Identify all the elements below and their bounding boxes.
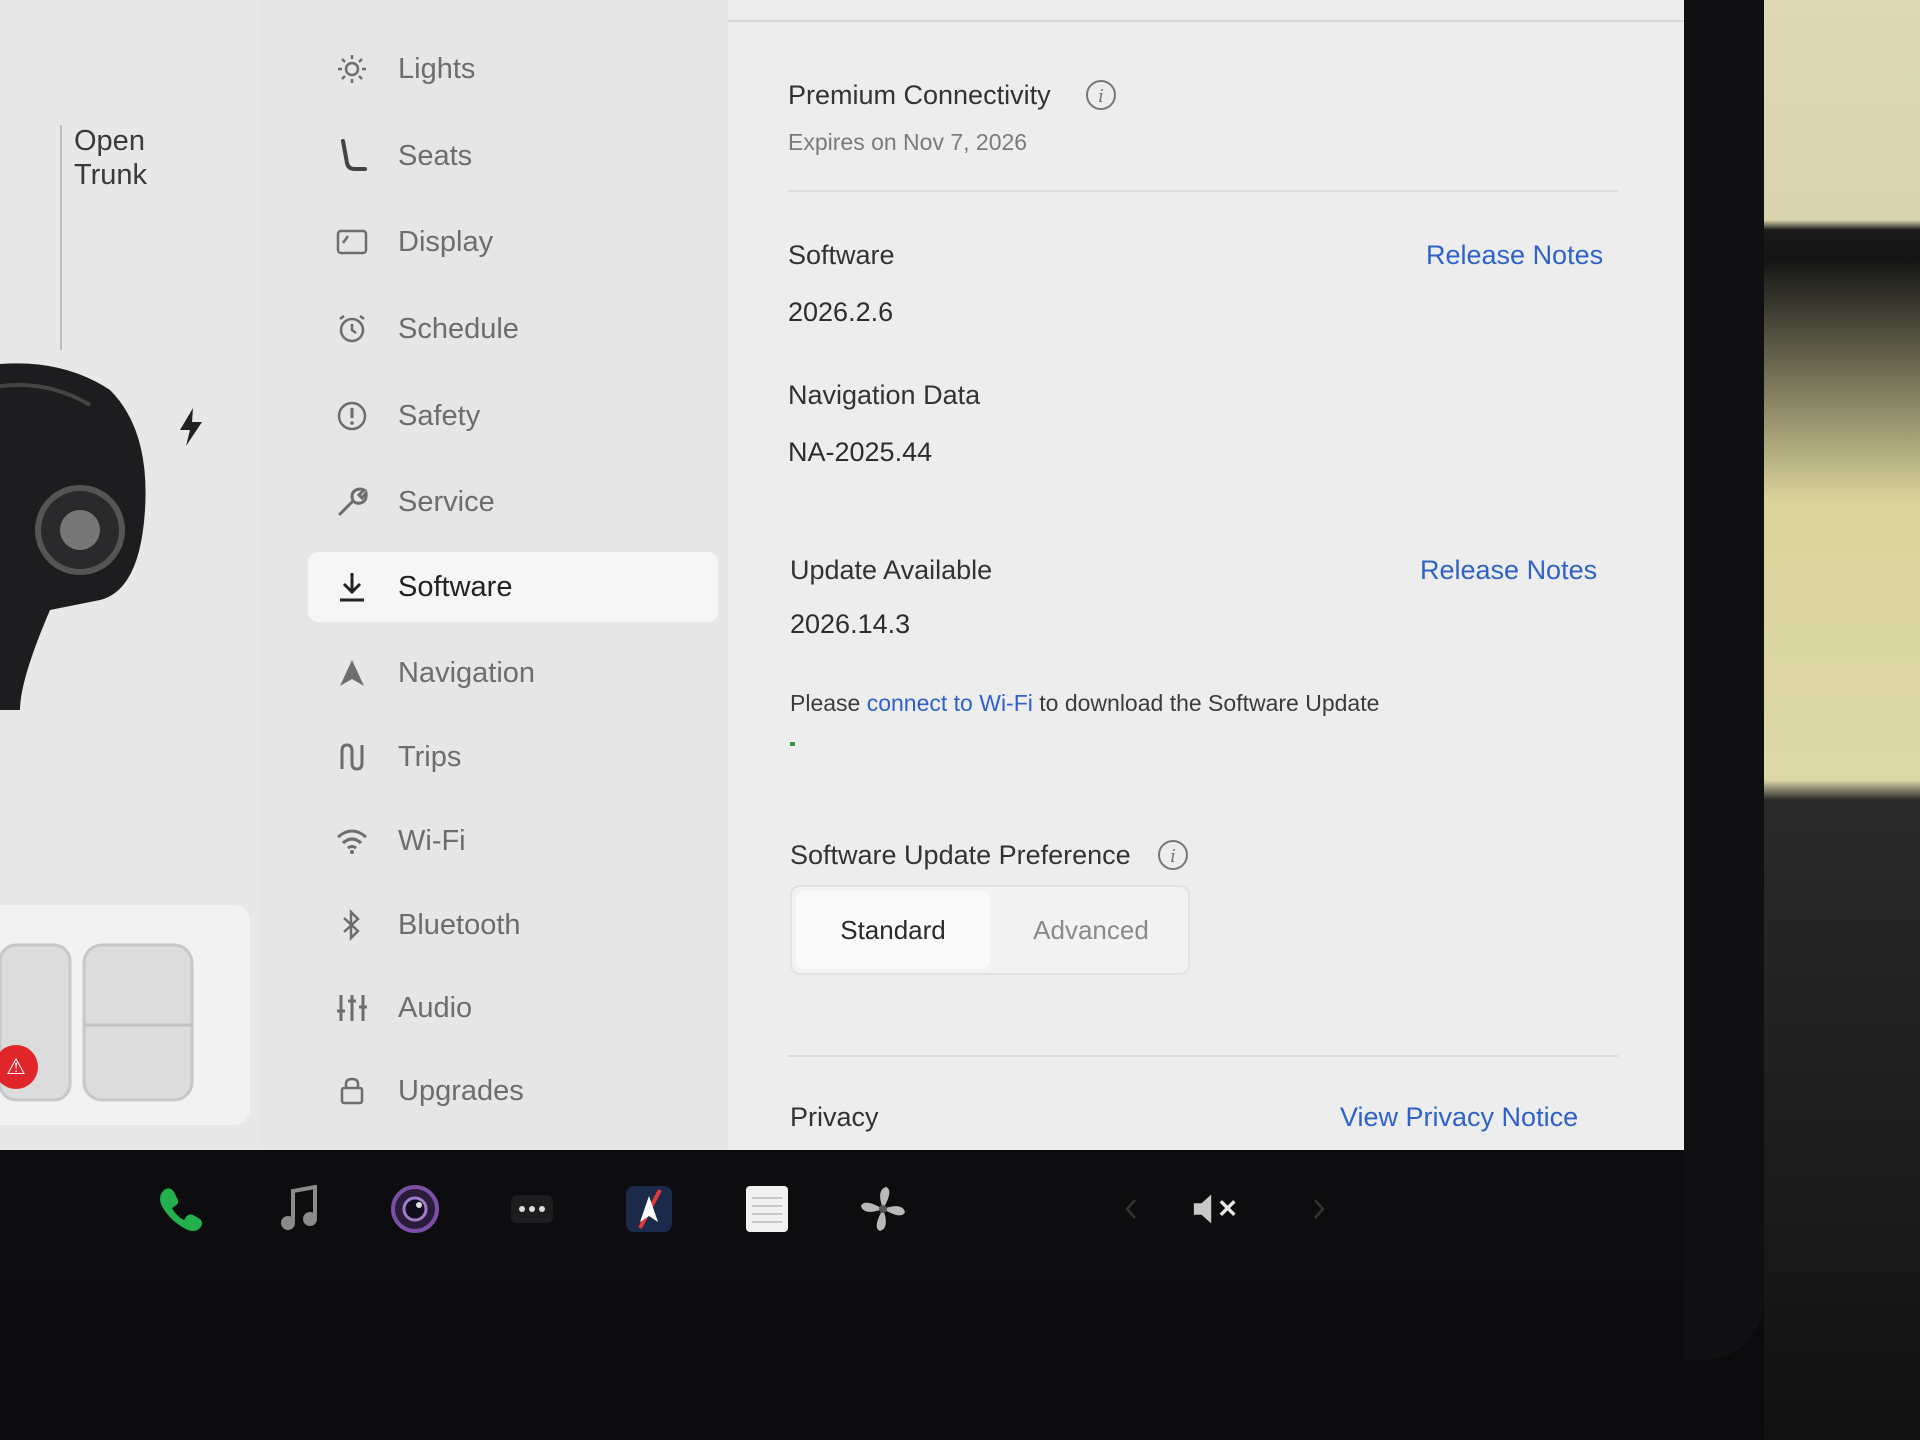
update-version: 2026.14.3 <box>790 609 911 639</box>
menu-item-schedule[interactable]: Schedule <box>308 294 718 364</box>
chevron-left-icon[interactable] <box>1104 1182 1158 1236</box>
touchscreen: Open Trunk ⚠ Lights Seats Display Schedu… <box>0 0 1684 1150</box>
download-icon <box>332 567 372 607</box>
menu-item-upgrades[interactable]: Upgrades <box>308 1056 718 1126</box>
camera-icon[interactable] <box>388 1182 442 1236</box>
fan-icon[interactable] <box>856 1182 910 1236</box>
menu-item-label: Bluetooth <box>398 908 521 941</box>
update-preference-title: Software Update Preference <box>790 840 1131 870</box>
menu-item-seats[interactable]: Seats <box>308 121 718 191</box>
wifi-message: Please connect to Wi-Fi to download the … <box>790 690 1379 717</box>
navigation-data-title: Navigation Data <box>788 380 981 410</box>
menu-item-audio[interactable]: Audio <box>308 973 718 1043</box>
menu-item-label: Seats <box>398 139 473 172</box>
navigation-data-version: NA-2025.44 <box>788 437 933 467</box>
phone-icon[interactable] <box>154 1182 208 1236</box>
menu-item-label: Navigation <box>398 656 536 689</box>
update-progress-bar <box>790 742 1310 746</box>
menu-item-trips[interactable]: Trips <box>308 722 718 792</box>
wrench-icon <box>332 482 372 522</box>
wifi-message-suffix: to download the Software Update <box>1032 690 1380 716</box>
connectivity-expiry: Expires on Nov 7, 2026 <box>788 129 1028 155</box>
menu-item-label: Schedule <box>398 312 519 345</box>
menu-item-label: Trips <box>398 740 462 773</box>
menu-item-label: Wi-Fi <box>398 824 466 857</box>
section-divider <box>788 1055 1618 1057</box>
menu-item-wifi[interactable]: Wi-Fi <box>308 806 718 876</box>
chevron-right-icon[interactable] <box>1292 1182 1346 1236</box>
privacy-title: Privacy <box>790 1102 879 1132</box>
menu-item-label: Software <box>398 570 513 603</box>
seat-icon <box>332 136 372 176</box>
connect-wifi-link[interactable]: connect to Wi-Fi <box>867 690 1033 716</box>
bottom-dock <box>0 1150 1684 1280</box>
schedule-icon <box>332 309 372 349</box>
notes-icon[interactable] <box>740 1182 794 1236</box>
car-panel: Open Trunk ⚠ <box>0 0 258 1150</box>
info-icon[interactable]: i <box>1158 840 1188 870</box>
menu-item-lights[interactable]: Lights <box>308 34 718 104</box>
more-icon[interactable] <box>505 1182 559 1236</box>
trunk-indicator-line <box>60 125 62 350</box>
info-icon[interactable]: i <box>1086 80 1116 110</box>
top-divider <box>728 20 1684 22</box>
upgrades-icon <box>332 1071 372 1111</box>
software-release-notes-link[interactable]: Release Notes <box>1426 240 1603 271</box>
standard-option[interactable]: Standard <box>796 891 990 969</box>
menu-item-display[interactable]: Display <box>308 207 718 277</box>
wifi-icon <box>332 821 372 861</box>
photo-backdrop <box>1764 0 1920 1440</box>
menu-item-label: Service <box>398 485 495 518</box>
update-progress-fill <box>790 742 796 746</box>
bluetooth-icon <box>332 905 372 945</box>
update-preference-toggle: Standard Advanced <box>790 885 1190 975</box>
charge-port-icon[interactable] <box>178 408 204 446</box>
view-privacy-notice-link[interactable]: View Privacy Notice <box>1340 1102 1578 1133</box>
menu-item-service[interactable]: Service <box>308 467 718 537</box>
open-trunk-button[interactable]: Open Trunk <box>74 124 224 192</box>
menu-item-bluetooth[interactable]: Bluetooth <box>308 890 718 960</box>
menu-item-label: Display <box>398 225 494 258</box>
trips-icon <box>332 737 372 777</box>
volume-muted-icon[interactable] <box>1190 1182 1244 1236</box>
menu-item-software[interactable]: Software <box>308 552 718 622</box>
software-title: Software <box>788 240 895 270</box>
advanced-option[interactable]: Advanced <box>994 887 1188 973</box>
navigation-icon <box>332 653 372 693</box>
software-version: 2026.2.6 <box>788 297 894 327</box>
menu-item-safety[interactable]: Safety <box>308 381 718 451</box>
music-icon[interactable] <box>272 1182 326 1236</box>
audio-icon <box>332 988 372 1028</box>
menu-item-label: Audio <box>398 991 473 1024</box>
car-image <box>0 363 146 710</box>
menu-item-label: Lights <box>398 52 476 85</box>
menu-item-navigation[interactable]: Navigation <box>308 638 718 708</box>
menu-item-label: Safety <box>398 399 481 432</box>
wifi-message-prefix: Please <box>790 690 867 716</box>
section-divider <box>788 190 1618 192</box>
lights-icon <box>332 49 372 89</box>
settings-menu: Lights Seats Display Schedule Safety Ser… <box>258 0 728 1150</box>
screen-bezel <box>1684 0 1764 1360</box>
premium-connectivity-title: Premium Connectivity <box>788 80 1051 110</box>
software-panel: Premium Connectivity i Expires on Nov 7,… <box>728 0 1684 1150</box>
update-available-title: Update Available <box>790 555 993 585</box>
navigation-app-icon[interactable] <box>622 1182 676 1236</box>
display-icon <box>332 222 372 262</box>
safety-icon <box>332 396 372 436</box>
update-release-notes-link[interactable]: Release Notes <box>1420 555 1597 586</box>
menu-item-label: Upgrades <box>398 1074 524 1107</box>
